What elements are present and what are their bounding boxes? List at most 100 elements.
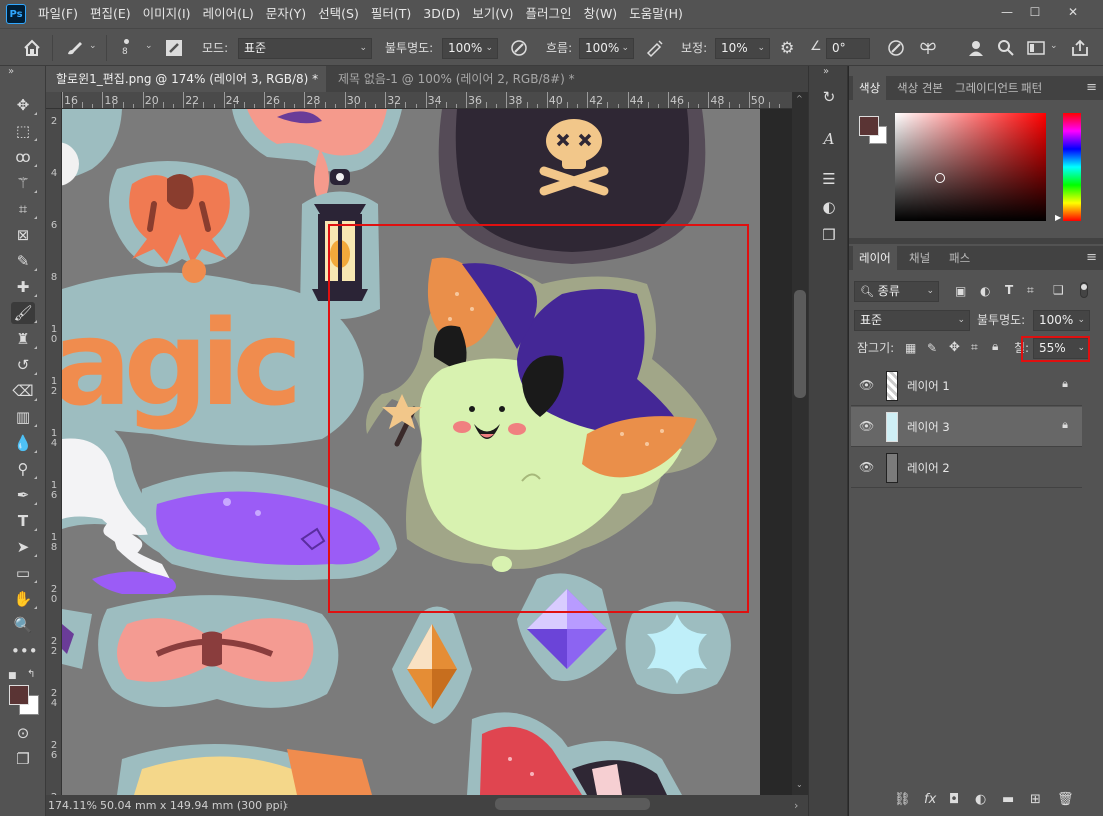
angle-input[interactable]: 0° bbox=[826, 38, 870, 59]
filter-type-icon[interactable]: T bbox=[1005, 283, 1013, 297]
brush-tool-icon[interactable]: 🖌 bbox=[11, 302, 37, 324]
layer-name[interactable]: 레이어 2 bbox=[907, 460, 950, 476]
fx-icon[interactable]: fx bbox=[924, 792, 936, 807]
menu-window[interactable]: 창(W) bbox=[578, 0, 624, 28]
pen-tool-icon[interactable]: ✒ bbox=[11, 484, 37, 506]
tab-channels[interactable]: 채널 bbox=[903, 246, 936, 270]
color-panel-foreground-swatch[interactable] bbox=[859, 116, 879, 136]
vertical-scrollbar-thumb[interactable] bbox=[794, 290, 806, 398]
chevron-down-icon[interactable]: ⌄ bbox=[145, 41, 153, 51]
status-chevron-icon[interactable]: › bbox=[266, 795, 270, 816]
menu-view[interactable]: 보기(V) bbox=[466, 0, 519, 28]
close-button[interactable]: ✕ bbox=[1059, 4, 1087, 20]
gradient-tool-icon[interactable]: ▥ bbox=[11, 406, 37, 428]
lock-artboard-icon[interactable]: ⌗ bbox=[971, 340, 978, 355]
layer-row[interactable]: 👁︎ 레이어 1 🔒︎ bbox=[851, 366, 1082, 406]
menu-select[interactable]: 선택(S) bbox=[312, 0, 365, 28]
menu-layer[interactable]: 레이어(L) bbox=[197, 0, 260, 28]
swap-colors-icon[interactable]: ↰ bbox=[27, 669, 35, 680]
stamp-tool-icon[interactable]: ♜ bbox=[11, 328, 37, 350]
chevron-down-icon[interactable]: ⌄ bbox=[89, 41, 97, 51]
lock-icon[interactable]: 🔒︎ bbox=[1062, 418, 1068, 432]
menu-file[interactable]: 파일(F) bbox=[32, 0, 84, 28]
foreground-color-swatch[interactable] bbox=[9, 685, 29, 705]
zoom-level[interactable]: 174.11% bbox=[48, 795, 97, 816]
horizontal-ruler[interactable]: 16 18 20 22 24 26 28 30 32 34 36 38 40 42 44 46 48 50 bbox=[62, 92, 792, 109]
type-tool-icon[interactable]: T bbox=[11, 510, 37, 532]
panel-menu-icon[interactable]: ≡ bbox=[1086, 250, 1097, 265]
brush-preset-dot[interactable] bbox=[124, 39, 129, 44]
minimize-button[interactable]: — bbox=[993, 4, 1021, 20]
blur-tool-icon[interactable]: 💧 bbox=[11, 432, 37, 454]
scroll-right-icon[interactable]: › bbox=[794, 795, 798, 816]
panel-menu-icon[interactable]: ≡ bbox=[1086, 80, 1097, 95]
move-tool-icon[interactable]: ✥ bbox=[11, 94, 37, 116]
layer-name[interactable]: 레이어 1 bbox=[907, 378, 950, 394]
menu-image[interactable]: 이미지(I) bbox=[137, 0, 197, 28]
layer-filter-select[interactable]: 🔍︎ 종류 ⌄ bbox=[854, 281, 939, 302]
scroll-left-icon[interactable]: ‹ bbox=[284, 795, 288, 816]
filter-toggle[interactable] bbox=[1080, 282, 1088, 298]
magic-wand-tool-icon[interactable]: ⚚ bbox=[11, 172, 37, 194]
collapse-icon[interactable]: » bbox=[8, 66, 14, 77]
hand-tool-icon[interactable]: ✋ bbox=[11, 588, 37, 610]
airbrush-icon[interactable] bbox=[645, 38, 665, 58]
mode-select[interactable]: 표준 ⌄ bbox=[238, 38, 372, 59]
artboard[interactable]: agic bbox=[62, 109, 760, 795]
filter-shape-icon[interactable]: ⌗ bbox=[1027, 283, 1034, 298]
healing-brush-tool-icon[interactable]: ✚ bbox=[11, 276, 37, 298]
color-picker-field[interactable] bbox=[895, 113, 1046, 221]
maximize-button[interactable]: ☐ bbox=[1021, 4, 1049, 20]
tab-patterns[interactable]: 패턴 bbox=[1015, 76, 1048, 100]
home-icon[interactable] bbox=[22, 38, 42, 58]
add-mask-icon[interactable]: ◘ bbox=[949, 792, 959, 807]
tab-paths[interactable]: 패스 bbox=[943, 246, 976, 270]
lock-transparency-icon[interactable]: ▦ bbox=[905, 341, 916, 355]
trash-icon[interactable]: 🗑︎ bbox=[1057, 792, 1074, 807]
frame-tool-icon[interactable]: ⊠ bbox=[11, 224, 35, 246]
menu-type[interactable]: 문자(Y) bbox=[260, 0, 312, 28]
opacity-input[interactable]: 100% ⌄ bbox=[442, 38, 498, 59]
character-panel-icon[interactable]: A bbox=[817, 128, 841, 150]
chevron-down-icon[interactable]: ⌄ bbox=[1050, 41, 1058, 51]
smoothing-input[interactable]: 10% ⌄ bbox=[715, 38, 770, 59]
search-icon[interactable] bbox=[996, 38, 1016, 58]
lock-pixels-icon[interactable]: ✎ bbox=[927, 341, 937, 355]
lock-icon[interactable]: 🔒︎ bbox=[1062, 377, 1068, 391]
vertical-scrollbar[interactable]: ^ ⌄ bbox=[792, 92, 808, 795]
layer-row-selected[interactable]: 👁︎ 레이어 3 🔒︎ bbox=[851, 407, 1082, 447]
layer-opacity-input[interactable]: 100% ⌄ bbox=[1033, 310, 1090, 331]
tab-layers[interactable]: 레이어 bbox=[853, 246, 897, 270]
horizontal-scrollbar-thumb[interactable] bbox=[495, 798, 650, 810]
new-layer-icon[interactable]: ⊞ bbox=[1030, 792, 1041, 807]
hue-slider[interactable] bbox=[1063, 113, 1081, 221]
history-brush-tool-icon[interactable]: ↺ bbox=[11, 354, 37, 376]
user-account-icon[interactable] bbox=[967, 38, 987, 58]
layer-name[interactable]: 레이어 3 bbox=[907, 419, 950, 435]
marquee-tool-icon[interactable]: ⬚ bbox=[11, 120, 37, 142]
eye-icon[interactable]: 👁︎ bbox=[859, 460, 874, 474]
dodge-tool-icon[interactable]: ⚲ bbox=[11, 458, 37, 480]
menu-edit[interactable]: 편집(E) bbox=[84, 0, 137, 28]
brush-tool-icon[interactable] bbox=[64, 38, 84, 58]
color-picker-cursor[interactable] bbox=[935, 173, 945, 183]
lasso-tool-icon[interactable]: ꝏ bbox=[11, 146, 37, 168]
menu-3d[interactable]: 3D(D) bbox=[417, 0, 466, 28]
lock-all-icon[interactable]: 🔒︎ bbox=[992, 339, 998, 354]
eraser-tool-icon[interactable]: ⌫ bbox=[11, 380, 37, 402]
vertical-ruler[interactable]: 24681 01 21 41 61 82 02 22 42 62 8 bbox=[46, 109, 62, 795]
brush-settings-panel-icon[interactable] bbox=[164, 38, 184, 58]
crop-tool-icon[interactable]: ⌗ bbox=[11, 198, 37, 220]
symmetry-butterfly-icon[interactable] bbox=[918, 38, 938, 58]
flow-input[interactable]: 100% ⌄ bbox=[579, 38, 634, 59]
screen-mode-icon[interactable]: ❐ bbox=[11, 748, 35, 770]
gear-icon[interactable]: ⚙ bbox=[780, 38, 794, 57]
document-tab-inactive[interactable]: 제목 없음-1 @ 100% (레이어 2, RGB/8#) * ✕ bbox=[328, 66, 588, 112]
filter-smart-object-icon[interactable]: ❑ bbox=[1053, 283, 1064, 297]
menu-plugins[interactable]: 플러그인 bbox=[520, 0, 578, 28]
menu-filter[interactable]: 필터(T) bbox=[365, 0, 417, 28]
menu-help[interactable]: 도움말(H) bbox=[623, 0, 689, 28]
share-icon[interactable] bbox=[1070, 38, 1090, 58]
pressure-opacity-icon[interactable] bbox=[509, 38, 529, 58]
hue-slider-handle[interactable]: ▶ bbox=[1055, 213, 1061, 222]
